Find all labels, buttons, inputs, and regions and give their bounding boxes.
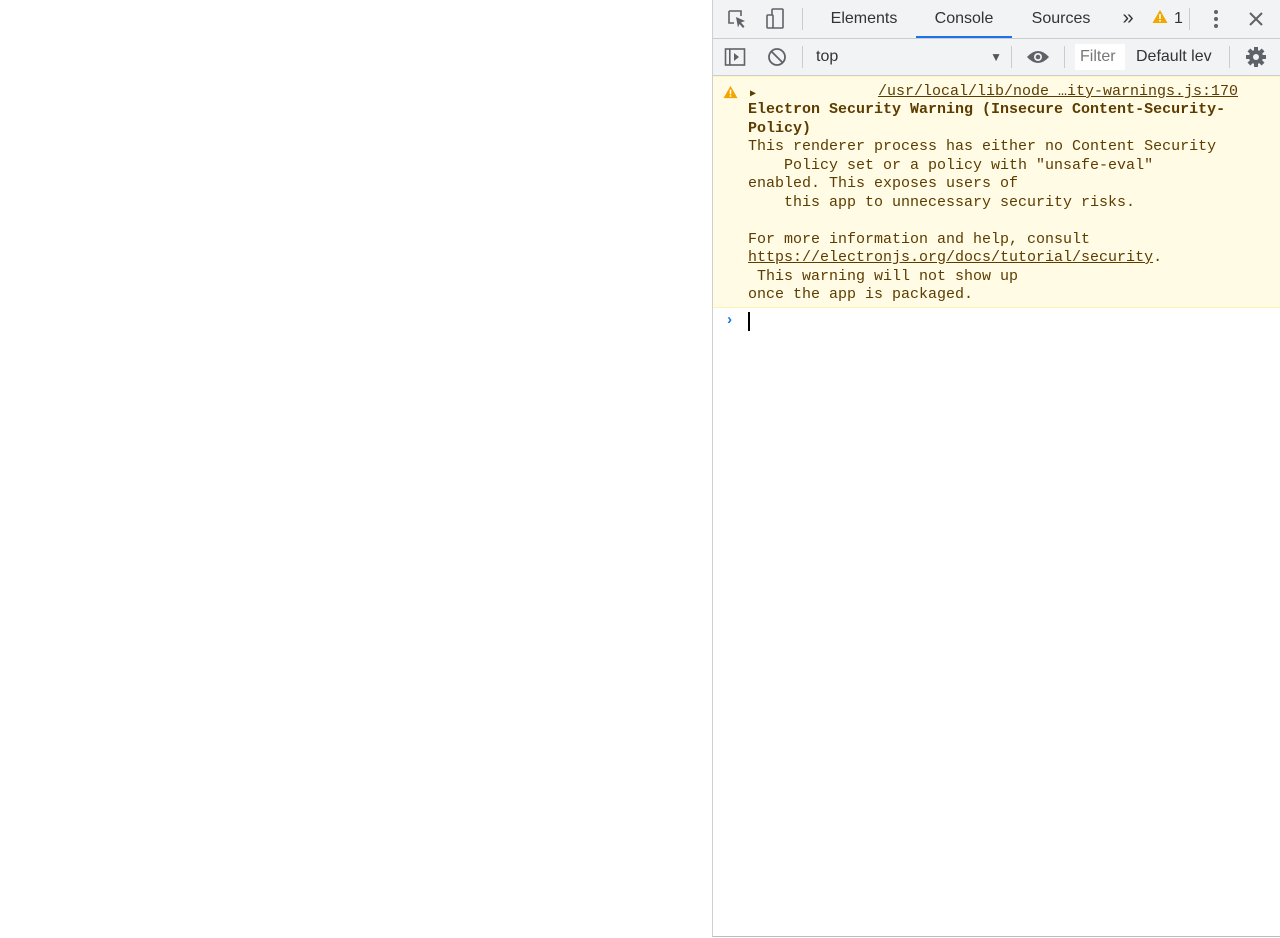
warning-count: 1 xyxy=(1174,10,1183,27)
toolbar-separator xyxy=(802,46,803,68)
devtools-panel: Elements Console Sources » 1 top ▼ Filte… xyxy=(712,0,1280,937)
log-levels-dropdown[interactable]: Default lev xyxy=(1136,45,1212,69)
toolbar-separator xyxy=(1064,46,1065,68)
warning-body-line: Policy set or a policy with "unsafe-eval… xyxy=(748,156,1154,174)
warning-body-line: This warning will not show up xyxy=(748,267,1019,285)
warning-count-badge[interactable]: 1 xyxy=(1152,8,1183,30)
warning-text: Electron Security Warning (Insecure Cont… xyxy=(748,83,1280,305)
app-window: Elements Console Sources » 1 top ▼ Filte… xyxy=(0,0,1280,938)
security-docs-link[interactable]: https://electronjs.org/docs/tutorial/sec… xyxy=(748,249,1153,266)
dropdown-arrow-icon: ▼ xyxy=(990,50,1002,64)
tabbar-separator xyxy=(1189,8,1190,30)
device-toolbar-icon[interactable] xyxy=(763,7,787,31)
prompt-chevron-icon: › xyxy=(725,311,735,329)
more-tabs-button[interactable]: » xyxy=(1115,0,1141,38)
warning-body-line: For more information and help, consult xyxy=(748,230,1091,248)
context-selector[interactable]: top ▼ xyxy=(816,45,1002,69)
warning-body-line: enabled. This exposes users of xyxy=(748,175,1019,192)
toolbar-separator xyxy=(1229,46,1230,68)
tab-sources[interactable]: Sources xyxy=(1018,0,1104,38)
console-warning-message: ▶ /usr/local/lib/node …ity-warnings.js:1… xyxy=(713,76,1280,308)
toolbar-separator xyxy=(1011,46,1012,68)
context-value: top xyxy=(816,48,839,65)
more-options-icon[interactable] xyxy=(1204,7,1228,31)
console-toolbar: top ▼ Default lev xyxy=(713,39,1280,76)
expand-triangle-icon[interactable]: ▶ xyxy=(750,86,756,105)
tab-console[interactable]: Console xyxy=(916,0,1012,38)
warning-body-line: This renderer process has either no Cont… xyxy=(748,138,1217,155)
warning-title-line: Electron Security Warning (Insecure Cont… xyxy=(748,101,1226,118)
source-location-link[interactable]: /usr/local/lib/node …ity-warnings.js:170 xyxy=(878,83,1238,102)
warning-icon xyxy=(723,85,738,106)
inspect-element-icon[interactable] xyxy=(725,7,749,31)
warning-icon xyxy=(1152,9,1168,29)
show-sidebar-icon[interactable] xyxy=(723,45,747,69)
console-prompt[interactable]: › xyxy=(713,308,1280,334)
tab-elements[interactable]: Elements xyxy=(817,0,911,38)
tabbar-separator xyxy=(802,8,803,30)
close-icon[interactable] xyxy=(1244,7,1268,31)
console-settings-gear-icon[interactable] xyxy=(1244,45,1268,69)
page-viewport[interactable] xyxy=(0,0,712,938)
clear-console-icon[interactable] xyxy=(765,45,789,69)
devtools-tabbar: Elements Console Sources » 1 xyxy=(713,0,1280,39)
link-suffix: . xyxy=(1153,249,1163,266)
console-output: ▶ /usr/local/lib/node …ity-warnings.js:1… xyxy=(713,76,1280,334)
warning-body-line: once the app is packaged. xyxy=(748,286,974,303)
filter-input[interactable] xyxy=(1075,44,1125,70)
live-expression-eye-icon[interactable] xyxy=(1026,45,1050,69)
text-caret xyxy=(748,311,750,331)
warning-body-line: this app to unnecessary security risks. xyxy=(748,193,1136,211)
warning-title-line: Policy) xyxy=(748,119,812,137)
